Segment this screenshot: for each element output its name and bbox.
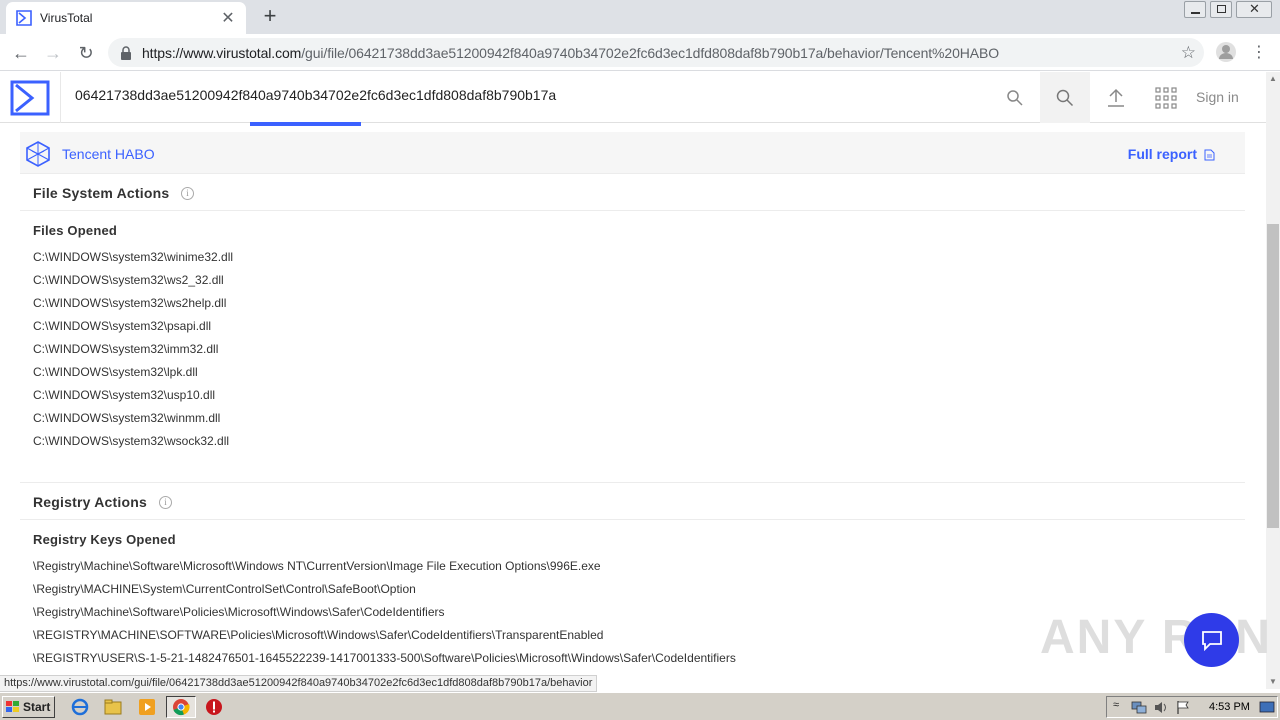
tab-title: VirusTotal <box>40 11 93 25</box>
new-tab-button[interactable]: + <box>258 4 282 28</box>
back-arrow-icon[interactable]: ← <box>9 41 33 65</box>
folder-icon[interactable] <box>104 698 122 716</box>
list-item: C:\WINDOWS\system32\ws2help.dll <box>33 296 227 310</box>
internet-explorer-icon[interactable] <box>71 698 89 716</box>
windows-taskbar: Start ≈ 4:53 PM <box>0 692 1280 720</box>
forward-arrow-icon[interactable]: → <box>41 41 65 65</box>
list-item: C:\WINDOWS\system32\lpk.dll <box>33 365 198 379</box>
list-item: \Registry\MACHINE\System\CurrentControlS… <box>33 582 416 596</box>
bookmark-star-icon[interactable]: ☆ <box>1181 43 1196 63</box>
sign-in-link[interactable]: Sign in <box>1196 89 1239 105</box>
section-title: Registry Actions <box>33 494 147 510</box>
files-opened-list: C:\WINDOWS\system32\winime32.dll C:\WIND… <box>33 249 233 456</box>
reload-icon[interactable]: ↻ <box>74 41 98 65</box>
file-system-section-header: File System Actions i <box>20 174 1245 211</box>
url-domain: https://www.virustotal.com <box>142 44 302 61</box>
address-url: https://www.virustotal.com/gui/file/0642… <box>142 45 999 61</box>
scroll-up-arrow-icon[interactable]: ▲ <box>1266 72 1280 86</box>
system-tray: ≈ <box>1106 696 1278 718</box>
show-desktop-icon[interactable] <box>1259 700 1275 715</box>
browser-tab-strip: VirusTotal ✕ + ✕ <box>0 0 1280 34</box>
search-input[interactable] <box>75 87 975 103</box>
antivirus-alert-icon[interactable] <box>205 698 223 716</box>
vt-header: Sign in <box>0 72 1266 123</box>
search-icon[interactable] <box>1006 89 1024 107</box>
url-path: /gui/file/06421738dd3ae51200942f840a9740… <box>301 44 1000 61</box>
chrome-taskbar-button[interactable] <box>166 696 196 718</box>
virustotal-favicon-icon <box>16 10 32 26</box>
volume-icon[interactable] <box>1153 700 1169 715</box>
search-button[interactable] <box>1040 72 1090 123</box>
browser-status-bar: https://www.virustotal.com/gui/file/0642… <box>0 675 598 692</box>
files-opened-label: Files Opened <box>33 223 118 238</box>
browser-toolbar: ← → ↻ https://www.virustotal.com/gui/fil… <box>0 34 1280 71</box>
list-item: C:\WINDOWS\system32\winmm.dll <box>33 411 221 425</box>
profile-avatar-icon[interactable] <box>1215 41 1237 63</box>
start-label: Start <box>23 700 51 714</box>
list-item: \REGISTRY\MACHINE\SOFTWARE\Policies\Micr… <box>33 628 604 642</box>
section-title: File System Actions <box>33 185 170 201</box>
search-icon <box>1056 89 1074 106</box>
tray-expand-icon[interactable]: ≈ <box>1113 699 1119 711</box>
minimize-button[interactable] <box>1184 1 1206 18</box>
list-item: C:\WINDOWS\system32\usp10.dll <box>33 388 216 402</box>
tab-close-icon[interactable]: ✕ <box>220 8 236 28</box>
network-icon[interactable] <box>1131 700 1147 715</box>
apps-grid-icon[interactable] <box>1155 87 1177 109</box>
vt-search-box <box>60 72 1038 123</box>
flag-icon[interactable] <box>1175 700 1191 715</box>
sandbox-name: Tencent HABO <box>62 146 155 162</box>
registry-section-header: Registry Actions i <box>20 483 1245 520</box>
info-icon[interactable]: i <box>181 187 194 200</box>
info-icon[interactable]: i <box>159 496 172 509</box>
chat-button[interactable] <box>1184 613 1239 667</box>
address-bar[interactable]: https://www.virustotal.com/gui/file/0642… <box>108 38 1204 67</box>
list-item: \Registry\Machine\Software\Microsoft\Win… <box>33 559 601 573</box>
document-icon[interactable] <box>1204 149 1215 161</box>
windows-flag-icon <box>6 701 19 712</box>
close-window-button[interactable]: ✕ <box>1236 1 1272 18</box>
list-item: C:\WINDOWS\system32\psapi.dll <box>33 319 212 333</box>
media-player-icon[interactable] <box>138 698 156 716</box>
list-item: C:\WINDOWS\system32\wsock32.dll <box>33 434 230 448</box>
scroll-down-arrow-icon[interactable]: ▼ <box>1266 675 1280 689</box>
lock-icon <box>121 45 131 60</box>
virustotal-logo-icon[interactable] <box>10 80 50 116</box>
sandbox-cube-icon <box>26 141 50 167</box>
sandbox-header: Tencent HABO Full report <box>20 132 1245 174</box>
restore-button[interactable] <box>1210 1 1232 18</box>
list-item: C:\WINDOWS\system32\winime32.dll <box>33 250 234 264</box>
start-button[interactable]: Start <box>2 696 55 718</box>
list-item: C:\WINDOWS\system32\ws2_32.dll <box>33 273 224 287</box>
browser-tab[interactable]: VirusTotal ✕ <box>6 2 246 34</box>
active-tab-indicator <box>250 122 361 126</box>
chrome-menu-icon[interactable]: ⋮ <box>1247 41 1271 65</box>
full-report-link[interactable]: Full report <box>1128 146 1197 162</box>
behavior-content: Tencent HABO Full report File System Act… <box>20 127 1245 675</box>
scroll-thumb[interactable] <box>1267 224 1279 528</box>
list-item: C:\WINDOWS\system32\imm32.dll <box>33 342 219 356</box>
chat-bubble-icon <box>1201 631 1222 651</box>
list-item: \REGISTRY\USER\S-1-5-21-1482476501-16455… <box>33 651 736 665</box>
registry-keys-list: \Registry\Machine\Software\Microsoft\Win… <box>33 558 736 673</box>
chrome-icon <box>173 699 190 716</box>
upload-icon[interactable] <box>1104 86 1128 110</box>
taskbar-clock: 4:53 PM <box>1209 701 1250 713</box>
list-item: \Registry\Machine\Software\Policies\Micr… <box>33 605 445 619</box>
registry-keys-opened-label: Registry Keys Opened <box>33 532 176 547</box>
